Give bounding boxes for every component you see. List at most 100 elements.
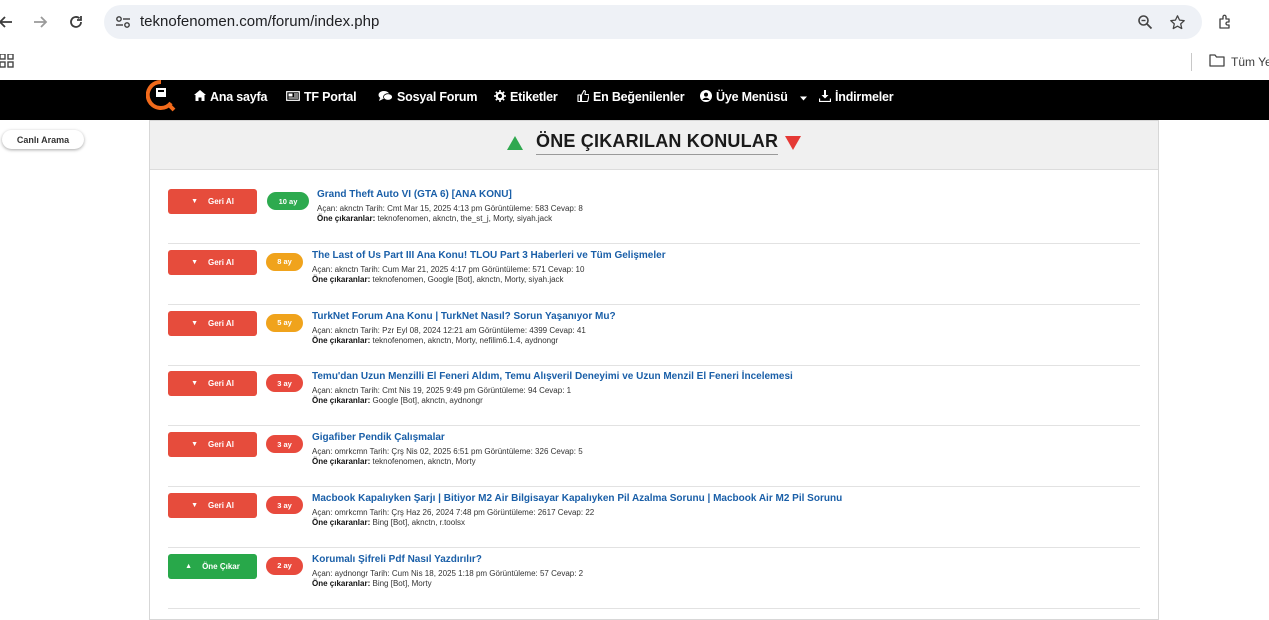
featured-by-users: Bing [Bot], aknctn, r.toolsx xyxy=(372,518,465,527)
action-label: Geri Al xyxy=(208,501,234,510)
home-icon xyxy=(194,90,206,104)
topic-meta: Açan: aknctn Tarih: Pzr Eyl 08, 2024 12:… xyxy=(312,325,586,335)
gear-icon xyxy=(494,89,506,105)
extensions-puzzle-icon[interactable] xyxy=(1214,10,1238,34)
unfeature-button[interactable]: ▼ Geri Al xyxy=(168,189,257,214)
topic-meta: Açan: aydnongr Tarih: Cum Nis 18, 2025 1… xyxy=(312,568,584,578)
featured-topics-panel: ÖNE ÇIKARILAN KONULAR ▼ Geri Al 10 ay Grand… xyxy=(149,120,1159,620)
featured-by-label: Öne çıkaranlar: xyxy=(312,457,371,467)
apps-grid-icon[interactable] xyxy=(0,53,14,68)
reload-icon[interactable] xyxy=(64,10,88,34)
nav-social-forum-label: Sosyal Forum xyxy=(397,90,478,104)
live-search-label: Canlı Arama xyxy=(16,134,70,145)
topic-meta: Açan: aknctn Tarih: Cum Mar 21, 2025 4:1… xyxy=(312,264,585,274)
unfeature-button[interactable]: ▼ Geri Al xyxy=(168,493,257,518)
unfeature-button[interactable]: ▼ Geri Al xyxy=(168,310,257,336)
featured-by-label: Öne çıkaranlar: xyxy=(312,518,371,527)
topic-title-link[interactable]: Macbook Kapalıyken Şarjı | Bitiyor M2 Ai… xyxy=(312,493,842,504)
arrow-up-icon: ▲ xyxy=(185,562,193,570)
folder-icon xyxy=(1209,53,1225,70)
featured-by-users: Google [Bot], aknctn, aydnongr xyxy=(372,396,483,406)
age-badge: 3 ay xyxy=(266,435,303,454)
featured-topics-title: ÖNE ÇIKARILAN KONULAR xyxy=(536,131,779,155)
topic-meta: Açan: omrkcmn Tarih: Çrş Nis 02, 2025 6:… xyxy=(312,447,583,457)
featured-by-users: teknofenomen, Google [Bot], aknctn, Mort… xyxy=(372,274,564,284)
age-badge: 10 ay xyxy=(267,192,309,210)
unfeature-button[interactable]: ▼ Geri Al xyxy=(168,432,257,458)
live-search-button[interactable]: Canlı Arama xyxy=(2,130,84,149)
topic-meta: Açan: aknctn Tarih: Cmt Mar 15, 2025 4:1… xyxy=(317,204,583,213)
arrow-down-icon: ▼ xyxy=(191,319,198,327)
nav-downloads[interactable]: İndirmeler xyxy=(818,87,894,107)
nav-home[interactable]: Ana sayfa xyxy=(194,87,267,107)
action-label: Öne Çıkar xyxy=(202,561,240,571)
address-bar[interactable]: teknofenomen.com/forum/index.php xyxy=(104,5,1202,39)
forward-arrow-icon[interactable] xyxy=(28,10,52,34)
topic-featured-by: Öne çıkaranlar: Bing [Bot], Morty xyxy=(312,579,432,588)
action-label: Geri Al xyxy=(208,379,234,389)
bookmark-folder[interactable]: Tüm Ye xyxy=(1209,53,1269,70)
url-text[interactable]: teknofenomen.com/forum/index.php xyxy=(140,13,379,30)
topic-title-link[interactable]: The Last of Us Part III Ana Konu! TLOU P… xyxy=(312,250,666,261)
triangle-up-icon xyxy=(507,136,523,150)
unfeature-button[interactable]: ▼ Geri Al xyxy=(168,371,257,397)
featured-by-users: teknofenomen, aknctn, Morty, nefilim6.1.… xyxy=(372,335,559,345)
bookmark-star-icon[interactable] xyxy=(1167,12,1187,32)
topic-featured-by: Öne çıkaranlar: teknofenomen, aknctn, Mo… xyxy=(312,336,558,345)
featured-by-users: Bing [Bot], Morty xyxy=(372,578,432,588)
topic-title-link[interactable]: Gigafiber Pendik Çalışmalar xyxy=(312,432,445,443)
feature-button[interactable]: ▲ Öne Çıkar xyxy=(168,553,257,579)
nav-most-liked-label: En Beğenilenler xyxy=(593,90,685,104)
featured-by-users: teknofenomen, aknctn, Morty xyxy=(372,457,476,467)
featured-by-label: Öne çıkaranlar: xyxy=(312,274,371,284)
action-label: Geri Al xyxy=(208,197,234,206)
nav-member-menu-label: Üye Menüsü xyxy=(716,90,788,104)
nav-tags[interactable]: Etiketler xyxy=(494,87,558,107)
featured-by-users: teknofenomen, aknctn, the_st_j, Morty, s… xyxy=(377,214,553,223)
nav-member-menu[interactable]: Üye Menüsü xyxy=(700,87,807,107)
action-label: Geri Al xyxy=(208,318,234,328)
topic-row: ▼ Geri Al 10 ay Grand Theft Auto VI (GTA 6)… xyxy=(168,183,1140,244)
topic-featured-by: Öne çıkaranlar: teknofenomen, aknctn, Mo… xyxy=(312,457,476,466)
nav-home-label: Ana sayfa xyxy=(210,90,268,104)
comments-icon xyxy=(378,90,393,105)
topic-featured-by: Öne çıkaranlar: Google [Bot], aknctn, ay… xyxy=(312,396,483,405)
nav-tags-label: Etiketler xyxy=(510,90,558,104)
topic-title-link[interactable]: Temu'dan Uzun Menzilli El Feneri Aldım, … xyxy=(312,371,793,382)
nav-social-forum[interactable]: Sosyal Forum xyxy=(378,87,477,107)
nav-tf-portal-label: TF Portal xyxy=(304,90,357,104)
back-arrow-icon[interactable] xyxy=(0,10,18,34)
topic-meta: Açan: omrkcmn Tarih: Çrş Haz 26, 2024 7:… xyxy=(312,508,595,517)
site-info-icon[interactable] xyxy=(112,11,134,33)
age-badge: 5 ay xyxy=(266,313,303,332)
nav-most-liked[interactable]: En Beğenilenler xyxy=(577,87,685,107)
age-badge: 3 ay xyxy=(266,496,303,514)
nav-tf-portal[interactable]: TF Portal xyxy=(286,87,357,107)
topic-title-link[interactable]: TurkNet Forum Ana Konu | TurkNet Nasıl? … xyxy=(312,311,616,322)
zoom-icon[interactable] xyxy=(1135,12,1155,32)
triangle-down-icon xyxy=(785,136,801,150)
topic-featured-by: Öne çıkaranlar: teknofenomen, Google [Bo… xyxy=(312,275,564,284)
topic-title-link[interactable]: Grand Theft Auto VI (GTA 6) [ANA KONU] xyxy=(317,189,512,200)
arrow-down-icon: ▼ xyxy=(191,380,198,388)
download-icon xyxy=(818,89,832,105)
age-badge: 2 ay xyxy=(266,556,303,575)
topic-row: ▼ Geri Al 5 ay TurkNet Forum Ana Konu | Tur… xyxy=(168,305,1140,366)
browser-toolbar: teknofenomen.com/forum/index.php xyxy=(0,0,1269,44)
arrow-down-icon: ▼ xyxy=(191,502,198,509)
action-label: Geri Al xyxy=(208,440,234,450)
bookmarks-bar: Tüm Ye xyxy=(0,44,1269,80)
arrow-down-icon: ▼ xyxy=(191,198,198,205)
site-logo[interactable] xyxy=(145,79,176,112)
featured-by-label: Öne çıkaranlar: xyxy=(312,335,371,345)
topic-row: ▼ Geri Al 3 ay Temu'dan Uzun Menzilli El Fe… xyxy=(168,365,1140,427)
nav-downloads-label: İndirmeler xyxy=(835,90,894,104)
featured-by-label: Öne çıkaranlar: xyxy=(317,214,376,223)
bookmarks-separator xyxy=(1191,53,1192,71)
topic-title-link[interactable]: Korumalı Şifreli Pdf Nasıl Yazdırılır? xyxy=(312,554,482,565)
action-label: Geri Al xyxy=(208,257,234,267)
age-badge: 3 ay xyxy=(266,374,303,393)
user-circle-icon xyxy=(700,89,712,105)
unfeature-button[interactable]: ▼ Geri Al xyxy=(168,249,257,275)
featured-by-label: Öne çıkaranlar: xyxy=(312,578,371,588)
